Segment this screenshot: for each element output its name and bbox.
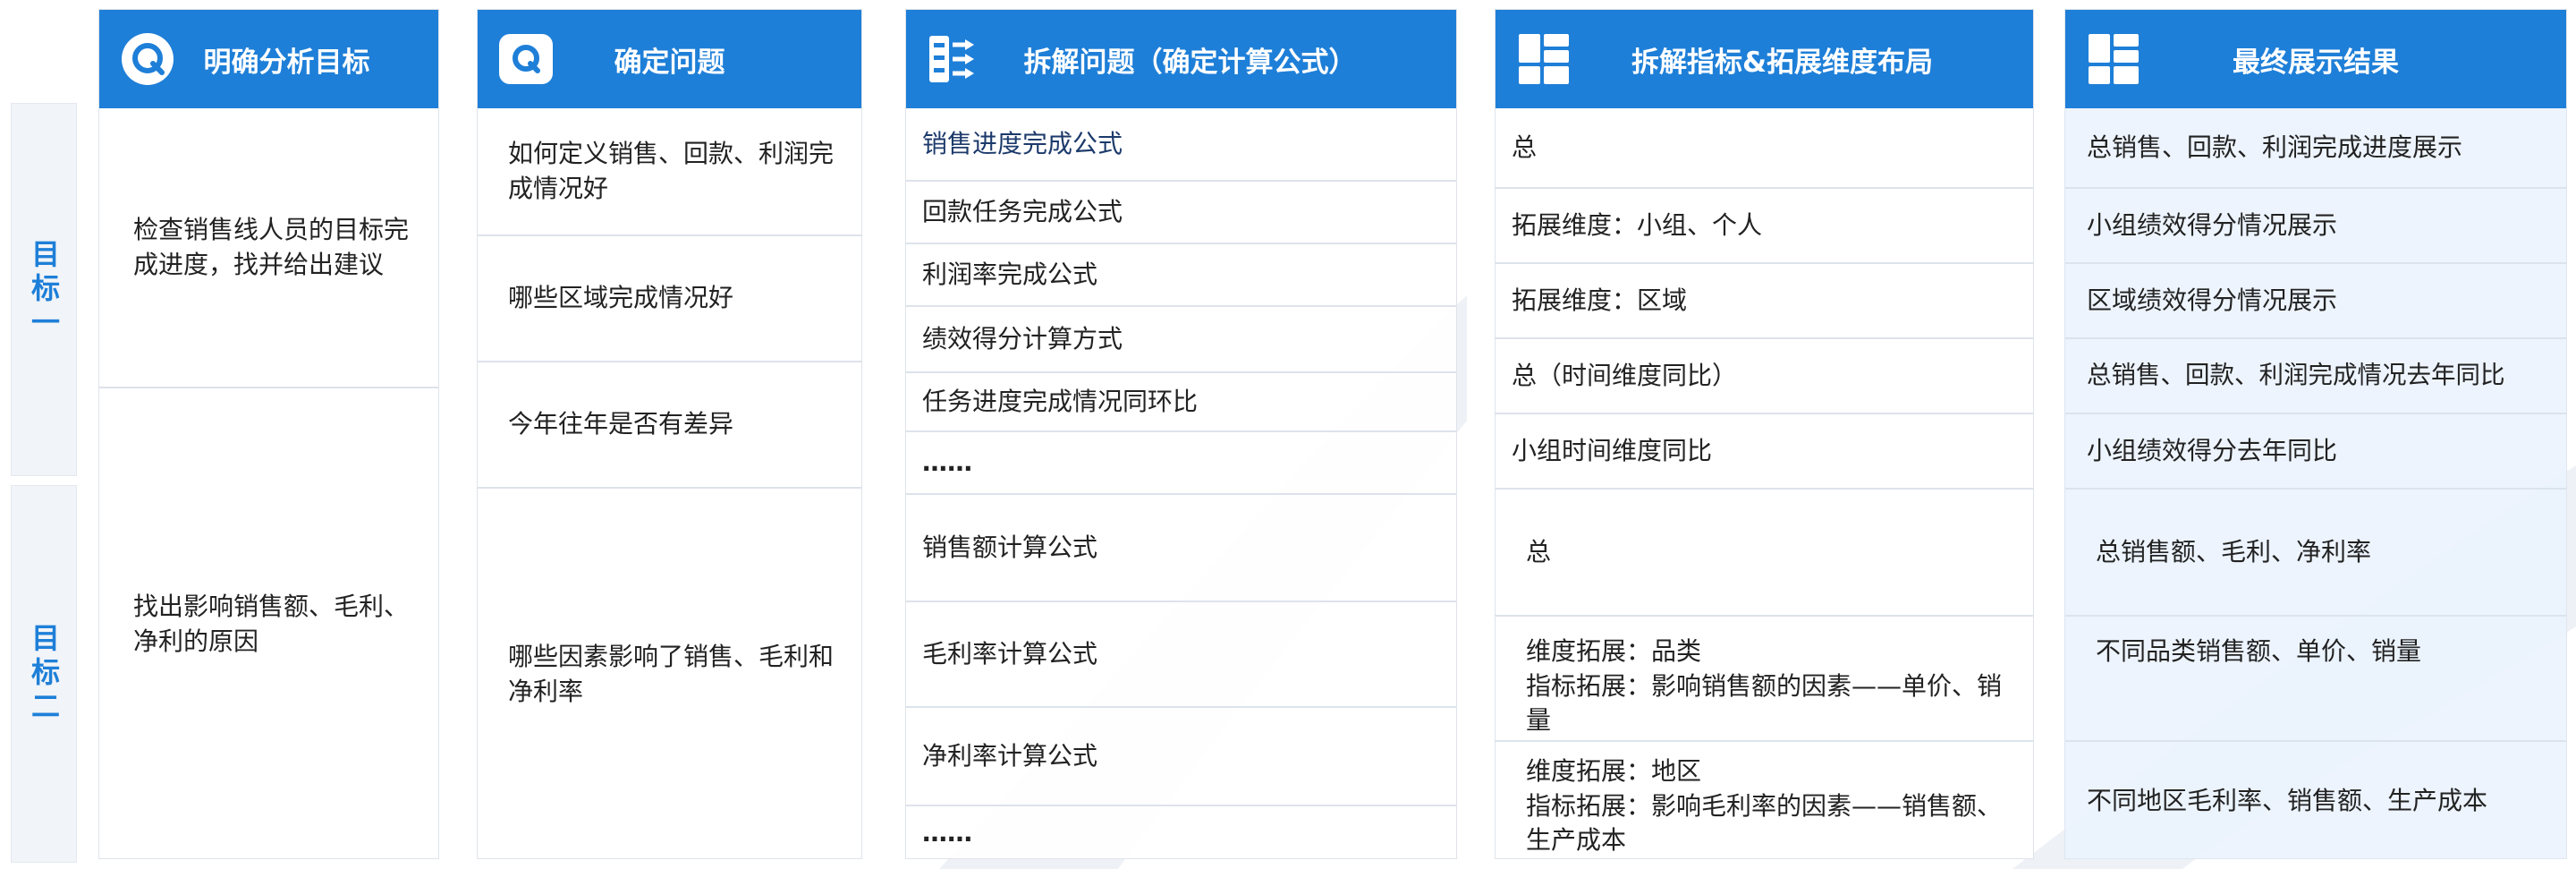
row-label-goal-2: 目标二 — [11, 485, 77, 863]
column-define-questions: 确定问题 如何定义销售、回款、利润完成情况好 哪些区域完成情况好 今年往年是否有… — [477, 9, 862, 859]
cell: 小组绩效得分情况展示 — [2065, 187, 2566, 262]
cell: 任务进度完成情况同环比 — [906, 371, 1456, 430]
row-label-text: 目标二 — [27, 623, 61, 725]
column-final-results: 最终展示结果 总销售、回款、利润完成进度展示 小组绩效得分情况展示 区域绩效得分… — [2064, 9, 2567, 859]
layout-icon — [1519, 34, 1569, 84]
cell: 总（时间维度同比） — [1496, 337, 2033, 413]
cell: 维度拓展：地区 指标拓展：影响毛利率的因素——销售额、生产成本 — [1496, 740, 2033, 860]
q-badge-icon — [499, 34, 553, 84]
row-label-goal-1: 目标一 — [11, 103, 77, 476]
layout-icon — [2089, 34, 2139, 84]
cell: 小组时间维度同比 — [1496, 413, 2033, 488]
cell: 回款任务完成公式 — [906, 180, 1456, 243]
cell: 销售进度完成公式 — [922, 128, 1123, 158]
cell: 不同地区毛利率、销售额、生产成本 — [2065, 740, 2566, 860]
cell: 不同品类销售额、单价、销量 — [2065, 615, 2566, 740]
column-break-down-questions: 拆解问题（确定计算公式） 销售进度完成公式 回款任务完成公式 利润率完成公式 绩… — [905, 9, 1457, 859]
column-analysis-goal: 明确分析目标 检查销售线人员的目标完成进度，找并给出建议 找出影响销售额、毛利、… — [98, 9, 439, 859]
cell: 找出影响销售额、毛利、净利的原因 — [99, 387, 438, 860]
cell: 维度拓展：品类 指标拓展：影响销售额的因素——单价、销量 — [1496, 615, 2033, 740]
column-title: 最终展示结果 — [2233, 46, 2399, 79]
cell: 哪些因素影响了销售、毛利和净利率 — [478, 487, 861, 860]
cell: 利润率完成公式 — [906, 243, 1456, 305]
cell: 毛利率计算公式 — [906, 601, 1456, 706]
target-q-icon — [122, 33, 174, 85]
column-header: 确定问题 — [478, 10, 861, 108]
cell: 检查销售线人员的目标完成进度，找并给出建议 — [133, 214, 410, 279]
column-title: 明确分析目标 — [203, 46, 370, 79]
cell: 绩效得分计算方式 — [906, 305, 1456, 371]
column-header: 拆解指标&拓展维度布局 — [1496, 10, 2033, 108]
column-header: 明确分析目标 — [99, 10, 438, 108]
column-break-down-metrics: 拆解指标&拓展维度布局 总 拓展维度：小组、个人 拓展维度：区域 总（时间维度同… — [1495, 9, 2034, 859]
column-header: 最终展示结果 — [2065, 10, 2566, 108]
column-title: 拆解问题（确定计算公式） — [1023, 46, 1357, 79]
cell: 总销售、回款、利润完成进度展示 — [2087, 132, 2463, 162]
cell: …… — [906, 430, 1456, 493]
cell: 总销售额、毛利、净利率 — [2065, 488, 2566, 615]
cell: 总 — [1496, 488, 2033, 615]
row-label-text: 目标一 — [27, 238, 61, 341]
cell: 拓展维度：区域 — [1496, 262, 2033, 337]
cell: …… — [906, 805, 1456, 860]
cell: 拓展维度：小组、个人 — [1496, 187, 2033, 262]
cell: 总销售、回款、利润完成情况去年同比 — [2065, 337, 2566, 413]
cell: 总 — [1512, 132, 1538, 162]
cell: 哪些区域完成情况好 — [478, 234, 861, 361]
cell: 如何定义销售、回款、利润完成情况好 — [508, 138, 835, 203]
cell: 区域绩效得分情况展示 — [2065, 262, 2566, 337]
cell: 销售额计算公式 — [906, 493, 1456, 601]
column-title: 确定问题 — [614, 46, 725, 79]
column-header: 拆解问题（确定计算公式） — [906, 10, 1456, 108]
column-title: 拆解指标&拓展维度布局 — [1631, 46, 1934, 79]
cell: 今年往年是否有差异 — [478, 361, 861, 487]
split-icon — [929, 36, 974, 82]
cell: 净利率计算公式 — [906, 706, 1456, 805]
cell: 小组绩效得分去年同比 — [2065, 413, 2566, 488]
